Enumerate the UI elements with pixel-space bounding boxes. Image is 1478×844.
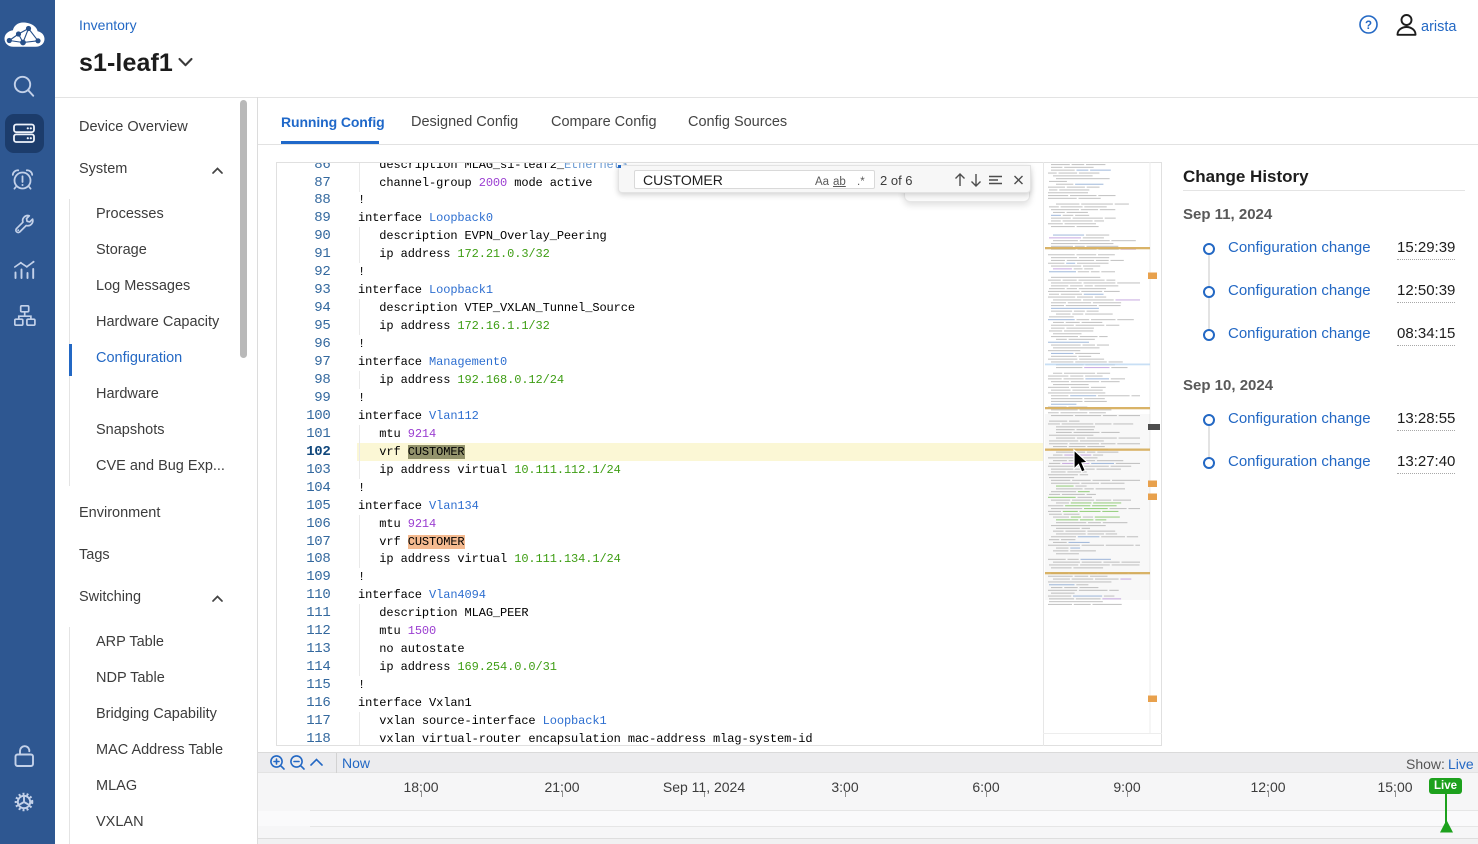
svg-text:?: ? — [1365, 20, 1372, 32]
